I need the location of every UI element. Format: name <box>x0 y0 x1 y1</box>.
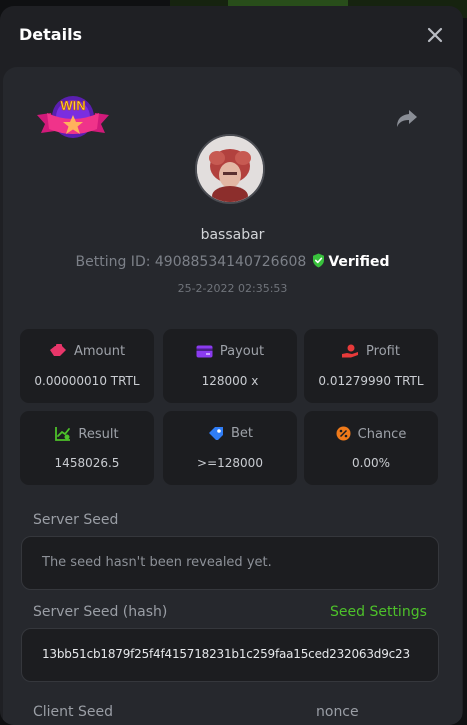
stat-bet: Bet >=128000 <box>163 411 297 485</box>
client-seed-label: Client Seed <box>33 704 113 720</box>
stat-label: Bet <box>230 426 253 441</box>
server-seed-hash-label: Server Seed (hash) <box>33 604 168 620</box>
server-seed-value: The seed hasn't been revealed yet. <box>42 555 272 570</box>
stat-value: 1458026.5 <box>54 456 120 470</box>
verified-shield-icon <box>313 253 325 268</box>
verified-label: Verified <box>328 254 390 270</box>
win-badge-text: WIN <box>60 98 85 113</box>
betting-id-row: Betting ID: 49088534140726608 Verified <box>3 253 462 270</box>
close-icon <box>427 27 443 43</box>
stat-result: Result 1458026.5 <box>20 411 154 485</box>
server-seed-field[interactable]: The seed hasn't been revealed yet. <box>21 536 439 590</box>
close-button[interactable] <box>424 24 446 46</box>
betting-id: Betting ID: 49088534140726608 <box>75 254 307 270</box>
stat-amount: Amount 0.00000010 TRTL <box>20 329 154 403</box>
stat-profit: Profit 0.01279990 TRTL <box>304 329 438 403</box>
bet-date: 25-2-2022 02:35:53 <box>177 282 288 295</box>
modal-header: Details <box>0 6 463 64</box>
stat-label: Profit <box>366 344 400 359</box>
server-seed-hash-value: 13bb51cb1879f25f4f415718231b1c259faa15ce… <box>42 647 410 661</box>
card-icon <box>196 345 213 358</box>
hand-coin-icon <box>342 344 359 358</box>
stat-value: >=128000 <box>197 456 263 470</box>
username: bassabar <box>200 227 265 243</box>
stat-value: 128000 x <box>201 374 259 388</box>
stat-label: Result <box>78 427 119 442</box>
win-badge-icon: WIN <box>37 96 109 138</box>
stat-value: 0.00000010 TRTL <box>34 374 140 388</box>
server-seed-label: Server Seed <box>33 512 119 528</box>
stat-chance: Chance 0.00% <box>304 411 438 485</box>
nonce-label: nonce <box>316 704 359 720</box>
stat-label: Payout <box>219 344 265 359</box>
percent-icon <box>336 426 351 441</box>
avatar-image <box>197 136 263 202</box>
stat-payout: Payout 128000 x <box>163 329 297 403</box>
stat-label: Amount <box>73 344 126 359</box>
server-seed-hash-field[interactable]: 13bb51cb1879f25f4f415718231b1c259faa15ce… <box>21 628 439 682</box>
stat-value: 0.01279990 TRTL <box>318 374 424 388</box>
wallet-hand-icon <box>49 344 66 356</box>
bet-details-panel: WIN bassabar Betting ID: 490885341407266… <box>3 67 462 725</box>
stat-value: 0.00% <box>351 456 391 470</box>
modal-title: Details <box>19 25 83 44</box>
stat-label: Chance <box>357 427 407 442</box>
chart-icon <box>55 427 71 441</box>
share-icon[interactable] <box>395 107 419 129</box>
ticket-icon <box>208 427 223 440</box>
seed-settings-link[interactable]: Seed Settings <box>330 604 427 620</box>
details-modal: Details WIN bassabar Betting ID: 4908853… <box>0 6 463 725</box>
avatar <box>195 134 265 204</box>
